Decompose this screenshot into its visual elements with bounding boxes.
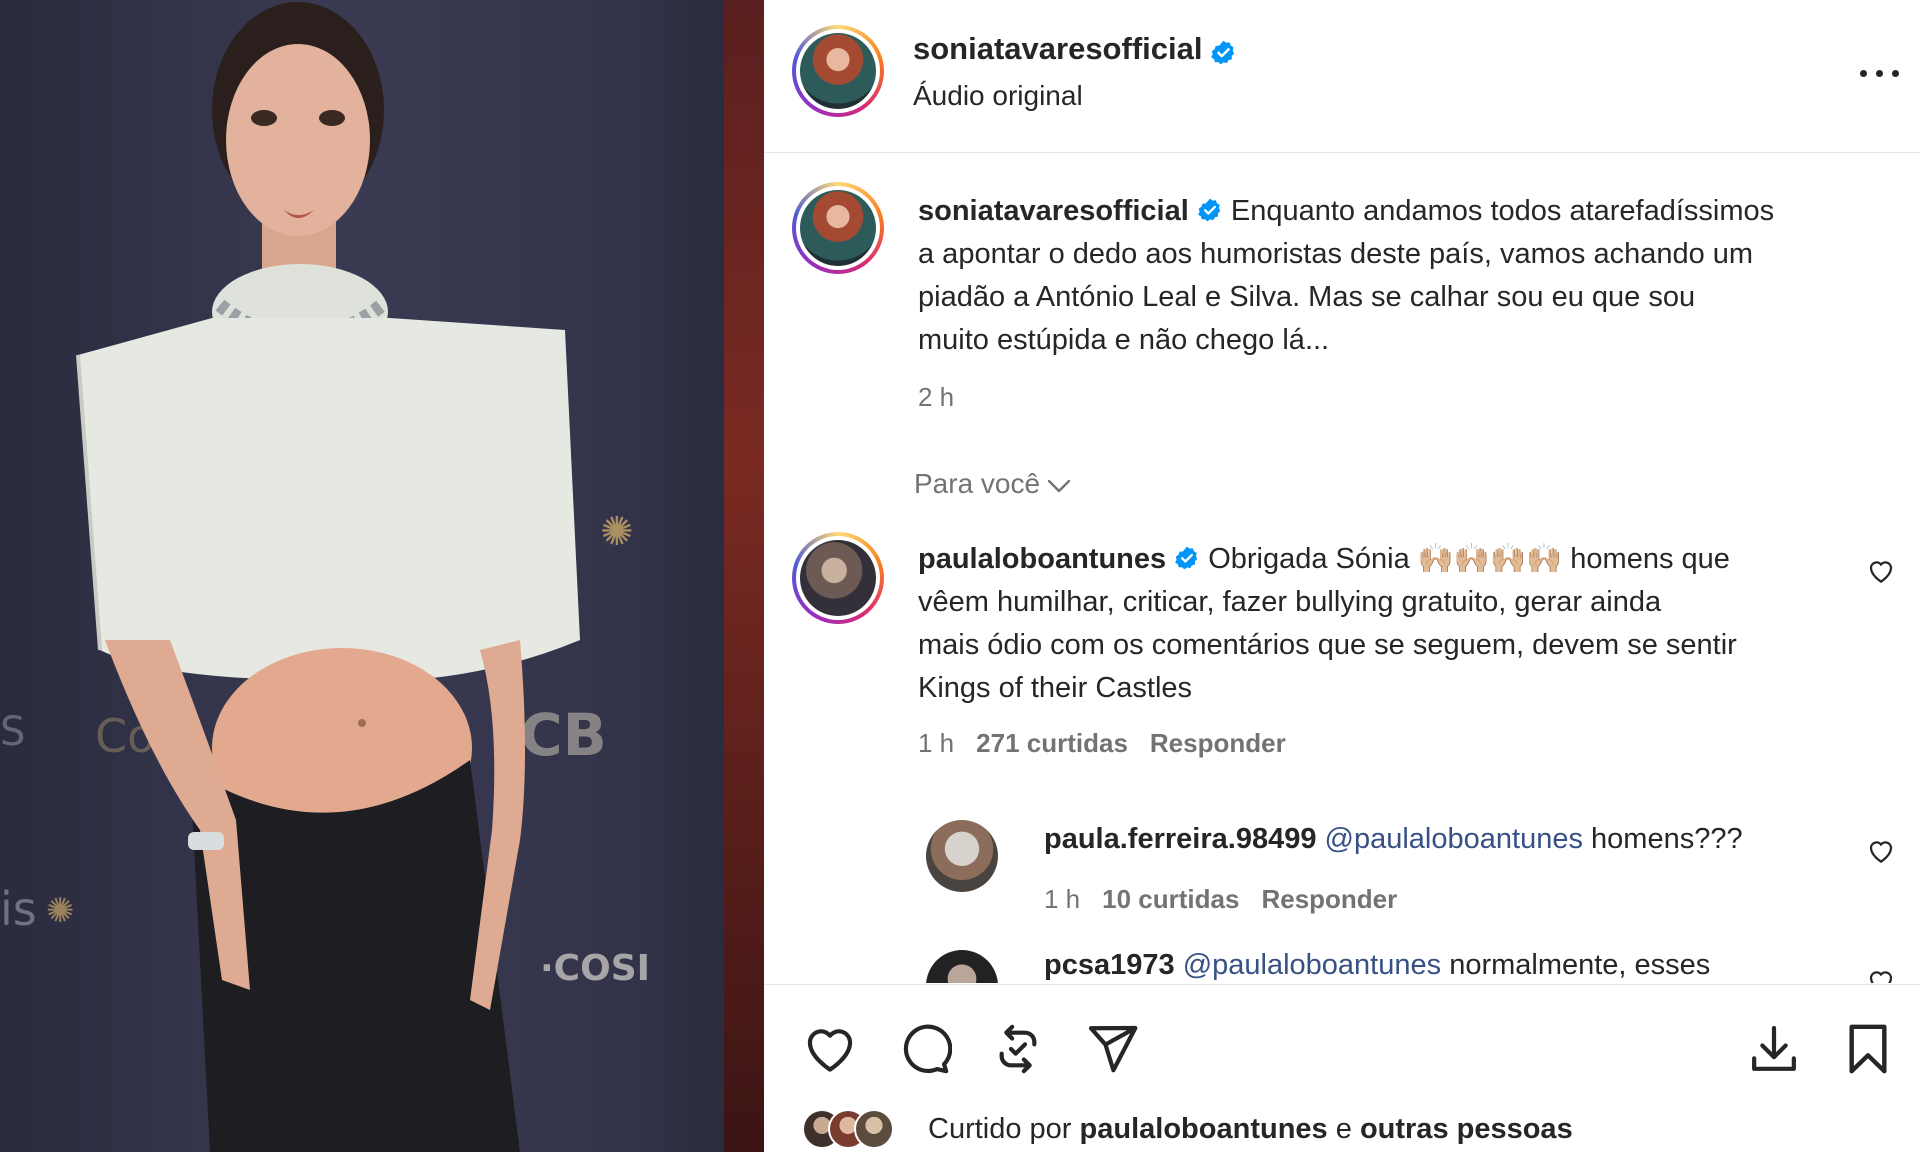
mention-link[interactable]: @paulaloboantunes <box>1325 823 1583 855</box>
caption-time[interactable]: 2 h <box>918 382 954 413</box>
author-avatar[interactable] <box>792 25 884 117</box>
heart-icon[interactable] <box>802 1021 858 1077</box>
liked-by-conj: e <box>1335 1113 1352 1145</box>
reply-likes[interactable]: 10 curtidas <box>1102 884 1239 914</box>
photo-illustration: ✺ Co CB is ✺ ·COSI S <box>0 2 650 1152</box>
reply-author-avatar[interactable] <box>926 950 998 983</box>
comment-sort-dropdown[interactable]: Para você <box>914 468 1072 500</box>
author-username[interactable]: soniatavaresofficial <box>913 31 1202 66</box>
caption-author[interactable]: soniatavaresofficial <box>918 195 1189 227</box>
post-header: soniatavaresofficial Áudio original <box>764 0 1920 153</box>
comment-meta: 1 h 271 curtidas Responder <box>918 728 1286 759</box>
reply-time[interactable]: 1 h <box>1044 884 1080 914</box>
svg-text:✺: ✺ <box>600 509 634 555</box>
liked-by-prefix: Curtido por <box>928 1113 1072 1145</box>
reply-author[interactable]: pcsa1973 <box>1044 949 1175 981</box>
comment-author-avatar[interactable] <box>792 532 884 624</box>
comment-author[interactable]: paulaloboantunes <box>918 543 1166 575</box>
post-media[interactable]: ✺ Co CB is ✺ ·COSI S <box>0 0 764 1152</box>
reply-text: pcsa1973 @paulaloboantunes normalmente, … <box>1044 944 1884 983</box>
audio-label[interactable]: Áudio original <box>913 80 1083 112</box>
chevron-down-icon <box>1047 479 1071 492</box>
comment-likes[interactable]: 271 curtidas <box>976 728 1128 758</box>
caption-line-1: Enquanto andamos todos atarefadíssimos <box>1230 195 1775 227</box>
repost-icon[interactable] <box>990 1021 1046 1077</box>
reply-meta: 1 h 10 curtidas Responder <box>1044 884 1397 915</box>
comment-icon[interactable] <box>896 1021 952 1077</box>
comment-like-heart-icon[interactable] <box>1866 836 1896 866</box>
svg-text:S: S <box>0 709 25 755</box>
liked-by-others[interactable]: outras pessoas <box>1360 1113 1573 1145</box>
send-icon[interactable] <box>1084 1021 1140 1077</box>
reply-body: homens??? <box>1591 823 1743 855</box>
reply-body: normalmente, esses <box>1449 949 1711 981</box>
comment-like-heart-icon[interactable] <box>1866 556 1896 586</box>
reply-text: paula.ferreira.98499 @paulaloboantunes h… <box>1044 818 1884 861</box>
verified-badge-icon <box>1211 40 1235 65</box>
caption-author-avatar[interactable] <box>792 182 884 274</box>
comment-line-2: vêem humilhar, criticar, fazer bullying … <box>918 586 1662 618</box>
post-actions-bar: Curtido por paulaloboantunes e outras pe… <box>764 984 1920 1152</box>
download-icon[interactable] <box>1746 1021 1802 1077</box>
svg-text:·COSI: ·COSI <box>540 948 650 989</box>
verified-badge-icon <box>1197 198 1221 222</box>
caption-line-2: a apontar o dedo aos humoristas deste pa… <box>918 238 1754 270</box>
reply-author[interactable]: paula.ferreira.98499 <box>1044 823 1316 855</box>
reply-button[interactable]: Responder <box>1150 728 1286 758</box>
liked-by-text: Curtido por paulaloboantunes e outras pe… <box>928 1113 1573 1146</box>
comment-like-heart-icon[interactable] <box>1866 966 1896 983</box>
comment-sort-label: Para você <box>914 468 1041 499</box>
bookmark-icon[interactable] <box>1840 1021 1896 1077</box>
more-options-icon[interactable] <box>1858 58 1902 86</box>
comment-line-1: Obrigada Sónia 🙌🏼🙌🏼🙌🏼🙌🏼 homens que <box>1208 543 1730 575</box>
liked-by-avatars[interactable] <box>802 1109 912 1149</box>
svg-text:is: is <box>0 882 37 936</box>
liked-by-user[interactable]: paulaloboantunes <box>1080 1113 1328 1145</box>
mention-link[interactable]: @paulaloboantunes <box>1183 949 1441 981</box>
comment-line-4: Kings of their Castles <box>918 672 1193 704</box>
comments-list[interactable]: soniatavaresofficial Enquanto andamos to… <box>764 154 1920 983</box>
caption-line-3: piadão a António Leal e Silva. Mas se ca… <box>918 281 1696 313</box>
reply-button[interactable]: Responder <box>1261 884 1397 914</box>
verified-badge-icon <box>1175 546 1198 570</box>
svg-text:CB: CB <box>520 701 607 769</box>
comment-line-3: mais ódio com os comentários que se segu… <box>918 629 1737 661</box>
caption-text: soniatavaresofficial Enquanto andamos to… <box>918 190 1878 362</box>
caption-line-4: muito estúpida e não chego lá... <box>918 324 1330 356</box>
comment-text: paulaloboantunes Obrigada Sónia 🙌🏼🙌🏼🙌🏼🙌🏼… <box>918 538 1878 710</box>
comment-time[interactable]: 1 h <box>918 728 954 758</box>
post-details-panel: soniatavaresofficial Áudio original soni… <box>764 0 1920 1152</box>
reply-author-avatar[interactable] <box>926 820 998 892</box>
svg-text:✺: ✺ <box>46 891 75 931</box>
